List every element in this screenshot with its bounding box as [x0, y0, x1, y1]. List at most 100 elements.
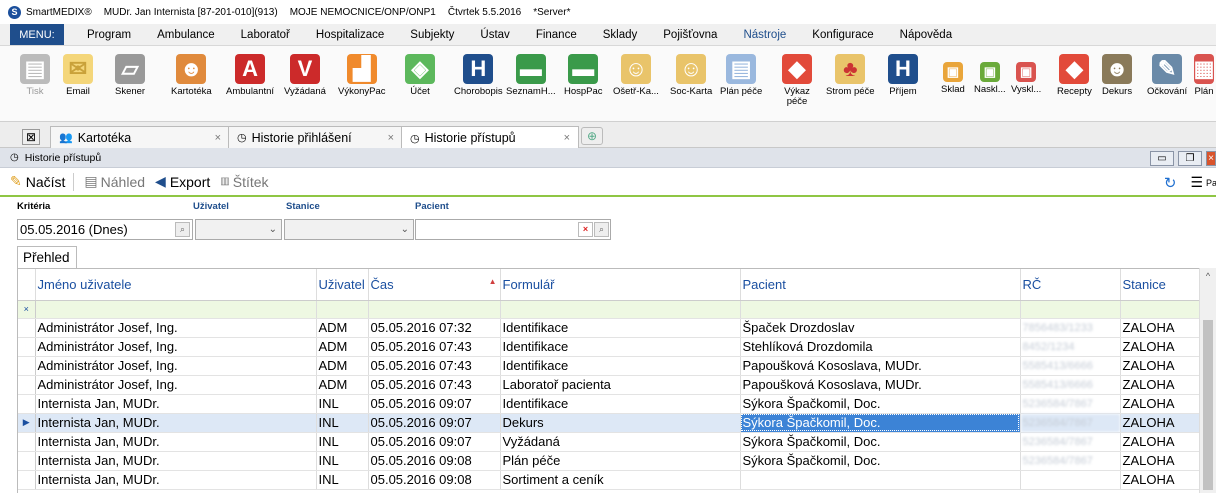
table-row-selected[interactable]: ▶ Internista Jan, MUDr. INL 05.05.2016 09…: [18, 413, 1201, 433]
tool-ockovani[interactable]: ✎ Očkování: [1147, 54, 1187, 97]
minimize-icon[interactable]: ▭: [1150, 151, 1174, 166]
server-indicator: *Server*: [533, 6, 571, 18]
tool-recepty[interactable]: ◆ Recepty: [1057, 54, 1092, 97]
tool-seznamh[interactable]: ▬ SeznamH...: [506, 54, 556, 97]
tool-email[interactable]: ✉ Email: [63, 54, 93, 97]
calendar-picker-icon[interactable]: ⌕: [175, 222, 190, 237]
clear-icon[interactable]: ×: [578, 222, 593, 237]
restore-icon[interactable]: ❐: [1178, 151, 1202, 166]
menu-button[interactable]: MENU:: [10, 24, 64, 45]
table-row[interactable]: Internista Jan, MUDr. INL 05.05.2016 09:0…: [18, 470, 1201, 490]
menu-ambulance[interactable]: Ambulance: [144, 24, 228, 45]
filter-cell[interactable]: [1120, 300, 1201, 319]
menu-subjekty[interactable]: Subjekty: [397, 24, 467, 45]
menu-laborator[interactable]: Laboratoř: [228, 24, 303, 45]
patient-field[interactable]: × ⌕: [415, 219, 611, 240]
menu-finance[interactable]: Finance: [523, 24, 590, 45]
column-header-station[interactable]: Stanice: [1120, 269, 1201, 301]
new-tab-icon[interactable]: ⊕: [581, 127, 603, 145]
tool-chorobopis[interactable]: H Chorobopis: [454, 54, 503, 97]
tool-tisk[interactable]: ▤ Tisk: [20, 54, 50, 97]
warehouse-icon: ▣: [942, 62, 963, 82]
tool-vykaz-pece[interactable]: ◆ Výkaz péče: [781, 54, 813, 107]
close-tab-icon[interactable]: ×: [215, 132, 221, 144]
hamburger-icon[interactable]: ☰: [1190, 174, 1203, 191]
table-row[interactable]: Internista Jan, MUDr. INL 05.05.2016 09:0…: [18, 432, 1201, 452]
tab-kartoteka[interactable]: 👥 Kartotéka ×: [50, 126, 230, 148]
close-icon[interactable]: ×: [1206, 151, 1216, 166]
nurse-card-icon: ☺: [620, 54, 651, 84]
tool-vykonypac[interactable]: ▟ VýkonyPac: [338, 54, 386, 97]
doctor-icon: ☻: [1102, 54, 1133, 84]
column-header-rc[interactable]: RČ: [1020, 269, 1121, 301]
pencil-icon: ✎: [10, 173, 22, 189]
date-field[interactable]: 05.05.2016 (Dnes) ⌕: [17, 219, 193, 240]
tool-vyzadana[interactable]: V Vyžádaná: [284, 54, 326, 97]
menu-nastroje[interactable]: Nástroje: [730, 24, 799, 45]
menu-hospitalizace[interactable]: Hospitalizace: [303, 24, 397, 45]
tool-osetr-karta[interactable]: ☺ Ošetř-Ka...: [613, 54, 659, 97]
filter-cell[interactable]: [35, 300, 317, 319]
export-button[interactable]: ◀ Export: [155, 173, 210, 190]
table-row[interactable]: Internista Jan, MUDr. INL 05.05.2016 09:0…: [18, 451, 1201, 471]
station-select[interactable]: ⌄: [284, 219, 414, 240]
table-row[interactable]: Administrátor Josef, Ing. ADM 05.05.2016 …: [18, 356, 1201, 376]
tool-dekurs[interactable]: ☻ Dekurs: [1102, 54, 1132, 97]
tool-soc-karta[interactable]: ☺ Soc-Karta: [670, 54, 712, 97]
scrollbar-thumb[interactable]: [1203, 320, 1213, 490]
tool-strom-pece[interactable]: ♣ Strom péče: [826, 54, 875, 97]
preview-button[interactable]: ▤ Náhled: [84, 173, 145, 190]
tab-historie-prihlaseni[interactable]: ◷ Historie přihlášení ×: [228, 126, 403, 148]
filter-cell[interactable]: [500, 300, 741, 319]
scroll-up-icon[interactable]: ^: [1200, 268, 1216, 285]
document-tab-bar: ⊠ 👥 Kartotéka × ◷ Historie přihlášení × …: [0, 122, 1216, 149]
menu-ustav[interactable]: Ústav: [467, 24, 522, 45]
tool-ambulantni[interactable]: A Ambulantní: [226, 54, 274, 97]
table-row[interactable]: Internista Jan, MUDr. INL 05.05.2016 09:0…: [18, 394, 1201, 414]
column-header-patient[interactable]: Pacient: [740, 269, 1021, 301]
menu-napoveda[interactable]: Nápověda: [887, 24, 965, 45]
table-row[interactable]: Administrátor Josef, Ing. ADM 05.05.2016 …: [18, 375, 1201, 395]
search-icon[interactable]: ⌕: [594, 222, 609, 237]
tool-naskladneni[interactable]: ▣ Naskl...: [974, 54, 1006, 95]
tool-kartoteka[interactable]: ☻ Kartotéka: [171, 54, 212, 97]
filter-cell[interactable]: [740, 300, 1021, 319]
filter-cell[interactable]: [316, 300, 369, 319]
clear-filter-icon[interactable]: ×: [18, 300, 36, 319]
tab-prehled[interactable]: Přehled: [17, 246, 77, 268]
tool-vyskladneni[interactable]: ▣ Vyskl...: [1011, 54, 1041, 95]
tab-historie-pristupu[interactable]: ◷ Historie přístupů ×: [401, 126, 579, 149]
menu-konfigurace[interactable]: Konfigurace: [799, 24, 886, 45]
column-header-time[interactable]: Čas ▲: [368, 269, 501, 301]
grid-vertical-scrollbar[interactable]: ^: [1199, 268, 1216, 493]
social-card-icon: ☺: [676, 54, 707, 84]
menu-sklady[interactable]: Sklady: [590, 24, 651, 45]
load-button[interactable]: ✎ Načíst: [10, 173, 65, 190]
tool-hosppac[interactable]: ▬ HospPac: [564, 54, 603, 97]
column-header-form[interactable]: Formulář: [500, 269, 741, 301]
table-row[interactable]: Administrátor Josef, Ing. ADM 05.05.2016 …: [18, 318, 1201, 338]
column-header-name[interactable]: Jméno uživatele: [35, 269, 317, 301]
user-select[interactable]: ⌄: [195, 219, 282, 240]
tool-skener[interactable]: ▱ Skener: [115, 54, 145, 97]
close-tab-icon[interactable]: ×: [388, 132, 394, 144]
menu-pojistovna[interactable]: Pojišťovna: [650, 24, 730, 45]
refresh-icon[interactable]: ↻: [1164, 174, 1177, 192]
tool-sklad[interactable]: ▣ Sklad: [941, 54, 965, 95]
filter-cell[interactable]: [1020, 300, 1121, 319]
tool-plan-pece[interactable]: ▤ Plán péče: [720, 54, 762, 97]
panel-menu-label[interactable]: Panel: [1206, 178, 1216, 188]
bed-list-icon: ▬: [515, 54, 546, 84]
focused-cell[interactable]: Sýkora Špačkomil, Doc.: [740, 413, 1021, 433]
column-header-user[interactable]: Uživatel: [316, 269, 369, 301]
close-tab-icon[interactable]: ×: [564, 132, 570, 144]
tool-plan[interactable]: ▦ Plán: [1194, 54, 1214, 97]
table-row[interactable]: Administrátor Josef, Ing. ADM 05.05.2016 …: [18, 337, 1201, 357]
tool-prijem[interactable]: H Příjem: [888, 54, 918, 97]
label-button[interactable]: ▥ Štítek: [220, 174, 268, 190]
close-all-tabs-icon[interactable]: ⊠: [22, 129, 40, 145]
menu-program[interactable]: Program: [74, 24, 144, 45]
filter-cell[interactable]: [368, 300, 501, 319]
hospital-h-icon: H: [463, 54, 494, 84]
tool-ucet[interactable]: ◈ Účet: [405, 54, 435, 97]
